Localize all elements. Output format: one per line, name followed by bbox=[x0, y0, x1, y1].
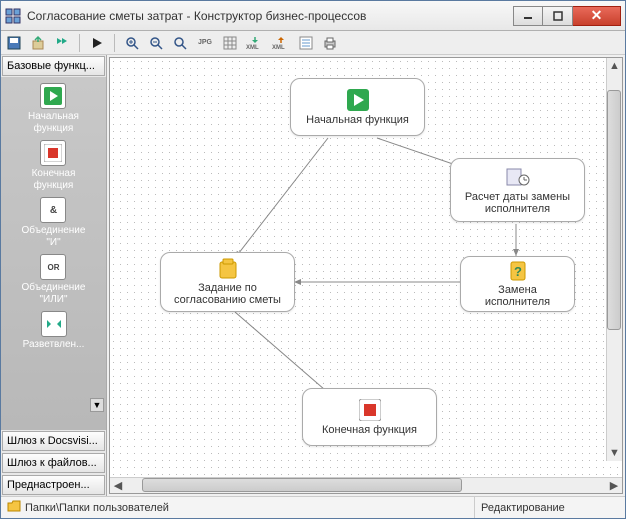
end-icon bbox=[40, 140, 66, 166]
node-label: Начальная функция bbox=[306, 114, 409, 126]
status-path: Папки\Папки пользователей bbox=[1, 497, 175, 518]
close-button[interactable]: ✕ bbox=[573, 6, 621, 26]
minimize-button[interactable] bbox=[513, 6, 543, 26]
palette-item-start[interactable]: Начальная функция bbox=[28, 81, 79, 136]
task-icon bbox=[216, 258, 240, 280]
node-task[interactable]: Задание по согласованию сметы bbox=[160, 252, 295, 312]
sidebar-btn-preset[interactable]: Преднастроен... bbox=[2, 475, 105, 495]
app-window: Согласование сметы затрат - Конструктор … bbox=[0, 0, 626, 519]
export-xml-icon[interactable]: XML bbox=[271, 34, 291, 52]
node-label: Замена исполнителя bbox=[469, 284, 566, 308]
canvas-scrollbar-horizontal[interactable]: ◀ ▶ bbox=[110, 477, 622, 493]
form-icon[interactable] bbox=[297, 34, 315, 52]
status-mode: Редактирование bbox=[475, 497, 625, 518]
node-end[interactable]: Конечная функция bbox=[302, 388, 437, 446]
and-icon: & bbox=[40, 197, 66, 223]
node-replace[interactable]: ? Замена исполнителя bbox=[460, 256, 575, 312]
folder-icon bbox=[7, 500, 21, 515]
start-icon bbox=[346, 88, 370, 112]
start-icon bbox=[40, 83, 66, 109]
canvas-container: Начальная функция Расчет даты замены исп… bbox=[109, 57, 623, 494]
import-xml-icon[interactable]: XML bbox=[245, 34, 265, 52]
palette-scroll-down[interactable]: ▼ bbox=[90, 398, 104, 412]
zoom-fit-icon[interactable] bbox=[171, 34, 189, 52]
print-icon[interactable] bbox=[321, 34, 339, 52]
svg-text:?: ? bbox=[514, 264, 522, 279]
maximize-button[interactable] bbox=[543, 6, 573, 26]
or-icon: OR bbox=[40, 254, 66, 280]
svg-text:XML: XML bbox=[246, 45, 259, 51]
run-all-icon[interactable] bbox=[53, 34, 71, 52]
play-icon[interactable] bbox=[88, 34, 106, 52]
save-icon[interactable] bbox=[5, 34, 23, 52]
palette-header-basic[interactable]: Базовые функц... bbox=[2, 56, 105, 76]
canvas-scrollbar-vertical[interactable]: ▲ ▼ bbox=[606, 58, 622, 461]
node-label: Расчет даты замены исполнителя bbox=[459, 191, 576, 215]
window-title: Согласование сметы затрат - Конструктор … bbox=[27, 9, 513, 23]
palette-item-branch[interactable]: Разветвлен... bbox=[23, 309, 85, 353]
status-bar: Папки\Папки пользователей Редактирование bbox=[1, 496, 625, 518]
grid-toggle-icon[interactable] bbox=[221, 34, 239, 52]
titlebar[interactable]: Согласование сметы затрат - Конструктор … bbox=[1, 1, 625, 31]
main-toolbar: JPG XML XML bbox=[1, 31, 625, 55]
zoom-in-icon[interactable] bbox=[123, 34, 141, 52]
help-icon: ? bbox=[506, 260, 530, 282]
process-canvas[interactable]: Начальная функция Расчет даты замены исп… bbox=[110, 58, 622, 477]
palette-sidebar: Базовые функц... Начальная функция Конеч… bbox=[1, 55, 107, 496]
export-icon[interactable] bbox=[29, 34, 47, 52]
end-icon bbox=[358, 398, 382, 422]
script-clock-icon bbox=[506, 165, 530, 189]
branch-icon bbox=[41, 311, 67, 337]
zoom-out-icon[interactable] bbox=[147, 34, 165, 52]
svg-text:XML: XML bbox=[272, 45, 285, 51]
palette-panel: Начальная функция Конечная функция & Объ… bbox=[1, 77, 106, 430]
app-icon bbox=[5, 8, 21, 24]
node-label: Конечная функция bbox=[322, 424, 417, 436]
palette-item-or[interactable]: OR Объединение "ИЛИ" bbox=[22, 252, 86, 307]
palette-item-and[interactable]: & Объединение "И" bbox=[22, 195, 86, 250]
palette-item-end[interactable]: Конечная функция bbox=[32, 138, 76, 193]
sidebar-btn-files[interactable]: Шлюз к файлов... bbox=[2, 453, 105, 473]
node-label: Задание по согласованию сметы bbox=[169, 282, 286, 306]
node-start[interactable]: Начальная функция bbox=[290, 78, 425, 136]
sidebar-btn-docsvision[interactable]: Шлюз к Docsvisi... bbox=[2, 431, 105, 451]
node-calc[interactable]: Расчет даты замены исполнителя bbox=[450, 158, 585, 222]
export-jpg-icon[interactable]: JPG bbox=[195, 34, 215, 52]
